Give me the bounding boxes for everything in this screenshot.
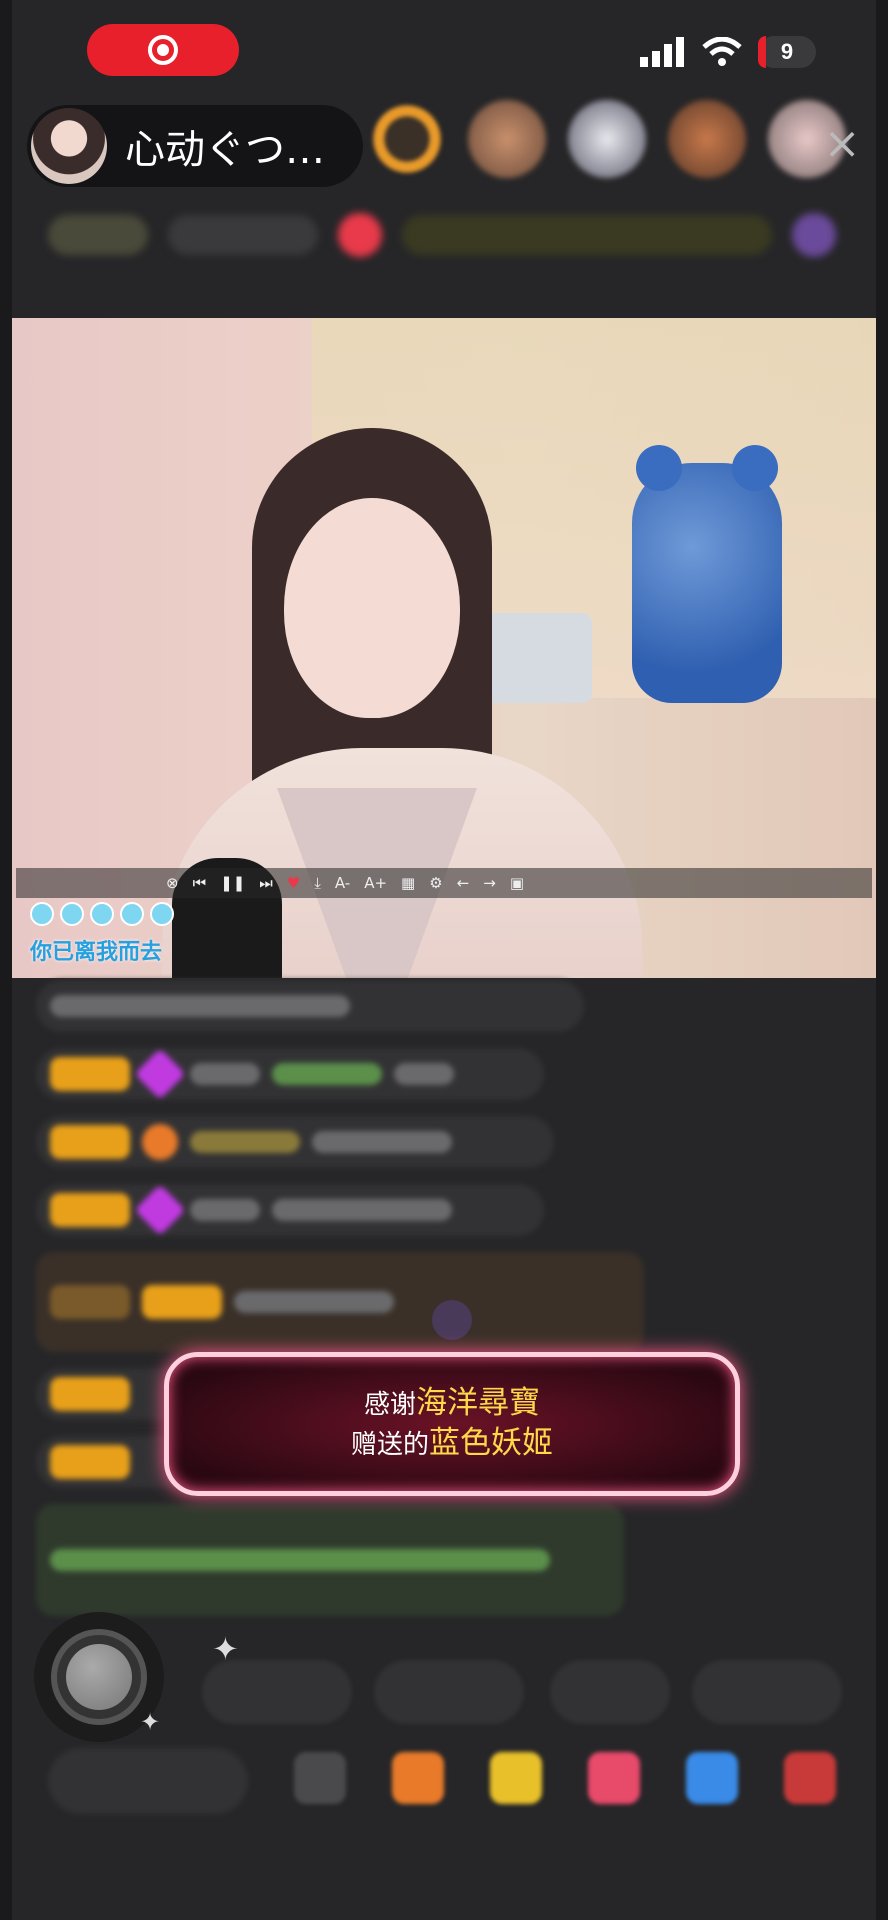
chat-list xyxy=(36,980,644,1632)
heart-gift-icon[interactable] xyxy=(588,1752,640,1804)
chat-message[interactable] xyxy=(36,980,584,1032)
heart-icon[interactable]: ♥ xyxy=(287,874,300,892)
more-gift-icon[interactable] xyxy=(784,1752,836,1804)
comment-input[interactable] xyxy=(48,1748,248,1814)
chat-message[interactable] xyxy=(36,1116,554,1168)
gift-name-line: 赠送的蓝色妖姬 xyxy=(169,1424,735,1464)
font-smaller-icon[interactable]: A- xyxy=(335,874,350,892)
close-icon[interactable]: × xyxy=(818,120,866,168)
live-video[interactable]: ⊗ ⏮ ❚❚ ⏭ ♥ ⤓ A- A+ ▦ ⚙ ← → ▣ 你已离我而去 xyxy=(12,318,876,978)
download-icon[interactable]: ⤓ xyxy=(314,874,321,892)
viewer-avatar[interactable] xyxy=(368,100,446,178)
game-icon[interactable] xyxy=(686,1752,738,1804)
song-progress-dots xyxy=(30,902,174,926)
rank-banner[interactable] xyxy=(402,215,772,255)
screen-recording-indicator[interactable] xyxy=(87,24,239,76)
quick-reply-row xyxy=(12,1660,876,1724)
host-avatar[interactable] xyxy=(31,108,107,184)
next-icon[interactable]: ⏭ xyxy=(259,874,273,892)
settings-icon[interactable]: ⚙ xyxy=(429,874,442,892)
wifi-icon xyxy=(702,37,742,66)
system-notice xyxy=(36,1504,624,1616)
list-icon[interactable]: ▦ xyxy=(401,874,415,892)
prev-icon[interactable]: ⏮ xyxy=(193,874,207,892)
close-icon[interactable]: ⊗ xyxy=(166,874,179,892)
emoji-icon[interactable] xyxy=(294,1752,346,1804)
bottom-toolbar xyxy=(12,1740,876,1830)
viewer-avatar[interactable] xyxy=(668,100,746,178)
chat-message[interactable] xyxy=(36,1184,544,1236)
battery-level: 9 xyxy=(780,39,794,64)
quick-reply-chip[interactable] xyxy=(550,1660,670,1724)
quick-reply-chip[interactable] xyxy=(202,1660,352,1724)
forward-icon[interactable]: → xyxy=(483,874,496,892)
room-info-strip xyxy=(12,205,876,265)
back-icon[interactable]: ← xyxy=(457,874,470,892)
pause-icon[interactable]: ❚❚ xyxy=(220,874,245,892)
rose-gift-icon xyxy=(432,1300,472,1340)
activity-icon[interactable] xyxy=(792,213,836,257)
status-bar-right: 9 xyxy=(640,36,816,68)
viewer-avatar[interactable] xyxy=(468,100,546,178)
treasure-icon[interactable] xyxy=(490,1752,542,1804)
level-badge[interactable] xyxy=(48,215,148,255)
music-player-bar: ⊗ ⏮ ❚❚ ⏭ ♥ ⤓ A- A+ ▦ ⚙ ← → ▣ xyxy=(16,868,872,898)
signal-icon xyxy=(640,37,684,67)
streamer-face xyxy=(284,498,460,718)
gift-sender: 海洋尋寶 xyxy=(416,1385,540,1421)
host-name: 心动ぐつ… xyxy=(125,127,325,173)
follow-button[interactable] xyxy=(338,213,382,257)
live-room: 9 心动ぐつ… × ⊗ ⏮ ❚❚ ⏭ ♥ ⤓ A- A+ ▦ ⚙ ← → ▣ 你… xyxy=(12,0,876,1920)
host-info[interactable]: 心动ぐつ… xyxy=(27,105,363,187)
battery-indicator: 9 xyxy=(758,36,816,68)
lyric-line: 你已离我而去 xyxy=(30,940,163,965)
font-larger-icon[interactable]: A+ xyxy=(364,874,387,892)
gift-prefix: 赠送的 xyxy=(350,1430,429,1460)
chat-message[interactable] xyxy=(36,1252,644,1352)
gift-thanks-line: 感谢海洋尋寶 xyxy=(169,1384,735,1424)
chat-message[interactable] xyxy=(36,1048,544,1100)
record-icon xyxy=(148,35,178,65)
gift-thanks-toast: 感谢海洋尋寶 赠送的蓝色妖姬 xyxy=(164,1352,740,1496)
gift-name: 蓝色妖姬 xyxy=(429,1425,553,1461)
viewer-avatar[interactable] xyxy=(568,100,646,178)
thanks-prefix: 感谢 xyxy=(363,1390,416,1420)
blue-bear-figure xyxy=(632,445,782,703)
quick-reply-chip[interactable] xyxy=(374,1660,524,1724)
lock-icon[interactable]: ▣ xyxy=(510,874,524,892)
fans-badge[interactable] xyxy=(168,215,318,255)
viewer-avatars xyxy=(368,100,846,178)
gift-box-icon[interactable] xyxy=(392,1752,444,1804)
quick-reply-chip[interactable] xyxy=(692,1660,842,1724)
